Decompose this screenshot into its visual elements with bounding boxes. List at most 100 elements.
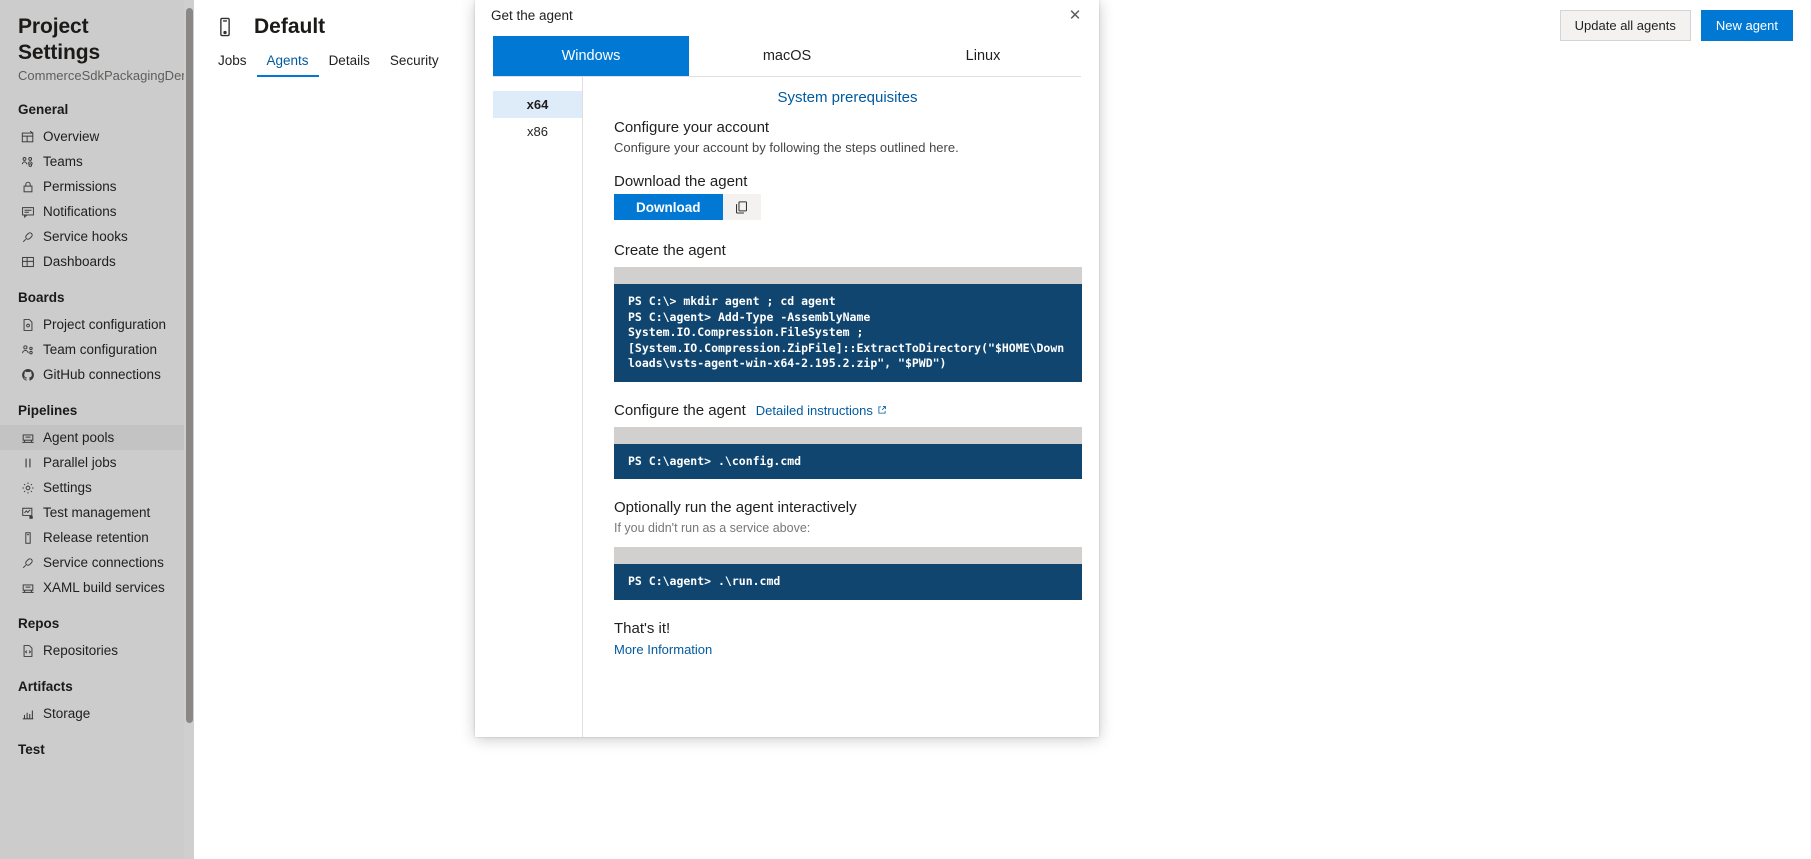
sidebar-item-label: GitHub connections	[43, 367, 161, 382]
sidebar-header: Project Settings CommerceSdkPackagingDem…	[0, 0, 194, 86]
agent-pool-icon	[208, 10, 242, 44]
download-agent-heading: Download the agent	[614, 173, 748, 190]
run-agent-code: PS C:\agent> .\run.cmd	[614, 564, 1082, 600]
lock-icon	[20, 179, 35, 194]
sidebar-item-label: Test management	[43, 505, 151, 520]
sidebar-item-settings[interactable]: Settings	[0, 475, 194, 500]
code-toolbar[interactable]	[614, 426, 1082, 444]
sidebar-item-github-connections[interactable]: GitHub connections	[0, 362, 194, 387]
sidebar-item-service-hooks[interactable]: Service hooks	[0, 224, 194, 249]
sidebar-item-notifications[interactable]: Notifications	[0, 199, 194, 224]
system-prerequisites-link[interactable]: System prerequisites	[777, 89, 917, 106]
tab-linux[interactable]: Linux	[885, 36, 1081, 76]
tab-macos[interactable]: macOS	[689, 36, 885, 76]
nav-group-boards: Boards	[18, 290, 65, 305]
copy-icon[interactable]	[722, 194, 761, 220]
sidebar-item-permissions[interactable]: Permissions	[0, 174, 194, 199]
os-tab-bar: Windows macOS Linux	[493, 36, 1081, 77]
pool-header: Default	[208, 10, 325, 44]
configure-account-heading: Configure your account	[614, 119, 770, 136]
storage-chart-icon	[20, 706, 35, 721]
new-agent-button[interactable]: New agent	[1700, 10, 1793, 41]
dialog-titlebar: Get the agent ✕	[475, 0, 1099, 30]
detailed-instructions-link[interactable]: Detailed instructions	[756, 403, 887, 418]
tab-details[interactable]: Details	[319, 48, 380, 77]
agent-pool-icon	[20, 580, 35, 595]
sidebar-item-service-connections[interactable]: Service connections	[0, 550, 194, 575]
sidebar-item-label: Storage	[43, 706, 91, 721]
sidebar-item-label: Team configuration	[43, 342, 158, 357]
sidebar-item-release-retention[interactable]: Release retention	[0, 525, 194, 550]
create-agent-code-block[interactable]: PS C:\> mkdir agent ; cd agent PS C:\age…	[614, 267, 1082, 382]
sidebar-item-xaml-build-services[interactable]: XAML build services	[0, 575, 194, 600]
dialog-content: System prerequisites Configure your acco…	[583, 77, 1099, 737]
sidebar-item-label: Parallel jobs	[43, 455, 117, 470]
system-prerequisites-row: System prerequisites	[614, 89, 1081, 107]
tab-jobs[interactable]: Jobs	[208, 48, 257, 77]
sidebar-item-agent-pools[interactable]: Agent pools	[0, 425, 194, 450]
create-agent-code: PS C:\> mkdir agent ; cd agent PS C:\age…	[614, 284, 1082, 382]
sidebar-item-project-configuration[interactable]: Project configuration	[0, 312, 194, 337]
sidebar-item-test-management[interactable]: Test management	[0, 500, 194, 525]
configure-agent-code-block[interactable]: PS C:\agent> .\config.cmd	[614, 426, 1082, 479]
config-file-icon	[20, 317, 35, 332]
configure-account-description: Configure your account by following the …	[614, 140, 959, 155]
github-icon	[20, 367, 35, 382]
sidebar-item-label: Permissions	[43, 179, 117, 194]
sidebar-item-label: Overview	[43, 129, 100, 144]
run-interactively-note: If you didn't run as a service above:	[614, 521, 811, 535]
architecture-list: x64 x86	[493, 77, 583, 737]
tab-security[interactable]: Security	[380, 48, 449, 77]
sidebar-item-dashboards[interactable]: Dashboards	[0, 249, 194, 274]
sidebar-item-label: Settings	[43, 480, 92, 495]
code-toolbar[interactable]	[614, 267, 1082, 284]
sidebar-item-label: Project configuration	[43, 317, 167, 332]
nav-group-artifacts: Artifacts	[18, 679, 73, 694]
repository-icon	[20, 643, 35, 658]
code-toolbar[interactable]	[614, 547, 1082, 564]
more-information-link[interactable]: More Information	[614, 642, 712, 657]
sidebar-scrollbar-track[interactable]	[184, 0, 194, 859]
pool-title: Default	[254, 15, 326, 38]
sidebar-item-storage[interactable]: Storage	[0, 701, 194, 726]
sidebar-item-label: Dashboards	[43, 254, 116, 269]
sidebar-item-repositories[interactable]: Repositories	[0, 638, 194, 663]
sidebar-item-teams[interactable]: Teams	[0, 149, 194, 174]
download-button[interactable]: Download	[614, 194, 723, 220]
sidebar-item-parallel-jobs[interactable]: Parallel jobs	[0, 450, 194, 475]
nav-group-repos: Repos	[18, 616, 60, 631]
architecture-option-x64[interactable]: x64	[493, 91, 582, 118]
sidebar-item-label: Teams	[43, 154, 83, 169]
run-interactively-heading: Optionally run the agent interactively	[614, 499, 857, 516]
test-management-icon	[20, 505, 35, 520]
tab-windows[interactable]: Windows	[493, 36, 689, 76]
sidebar-item-overview[interactable]: Overview	[0, 124, 194, 149]
teams-icon	[20, 154, 35, 169]
configure-agent-heading-row: Configure the agent Detailed instruction…	[614, 402, 1081, 419]
create-agent-heading: Create the agent	[614, 242, 726, 259]
detailed-instructions-label: Detailed instructions	[755, 402, 873, 418]
done-heading: That's it!	[614, 619, 671, 637]
pool-actions: Update all agents New agent	[1559, 10, 1793, 41]
sidebar-item-label: Repositories	[43, 643, 119, 658]
update-all-agents-button[interactable]: Update all agents	[1559, 10, 1691, 41]
sidebar-item-team-configuration[interactable]: Team configuration	[0, 337, 194, 362]
dialog-body: x64 x86 System prerequisites Configure y…	[475, 77, 1099, 737]
sidebar-item-label: Service hooks	[43, 229, 128, 244]
plug-icon	[20, 555, 35, 570]
architecture-option-x86[interactable]: x86	[493, 118, 582, 145]
close-icon[interactable]: ✕	[1059, 0, 1091, 30]
get-the-agent-dialog: Get the agent ✕ Windows macOS Linux x64 …	[475, 0, 1099, 737]
sidebar-item-label: Service connections	[43, 555, 164, 570]
gear-icon	[20, 480, 35, 495]
run-agent-code-block[interactable]: PS C:\agent> .\run.cmd	[614, 547, 1082, 600]
external-link-icon	[877, 403, 887, 418]
tab-agents[interactable]: Agents	[256, 48, 319, 77]
sidebar-scrollbar-thumb[interactable]	[186, 8, 193, 723]
nav-group-general: General	[18, 102, 69, 117]
sidebar-item-label: Agent pools	[43, 430, 115, 445]
notification-icon	[20, 204, 35, 219]
parallel-jobs-icon	[20, 455, 35, 470]
dialog-title: Get the agent	[491, 7, 573, 23]
download-button-group: Download	[614, 194, 1081, 220]
